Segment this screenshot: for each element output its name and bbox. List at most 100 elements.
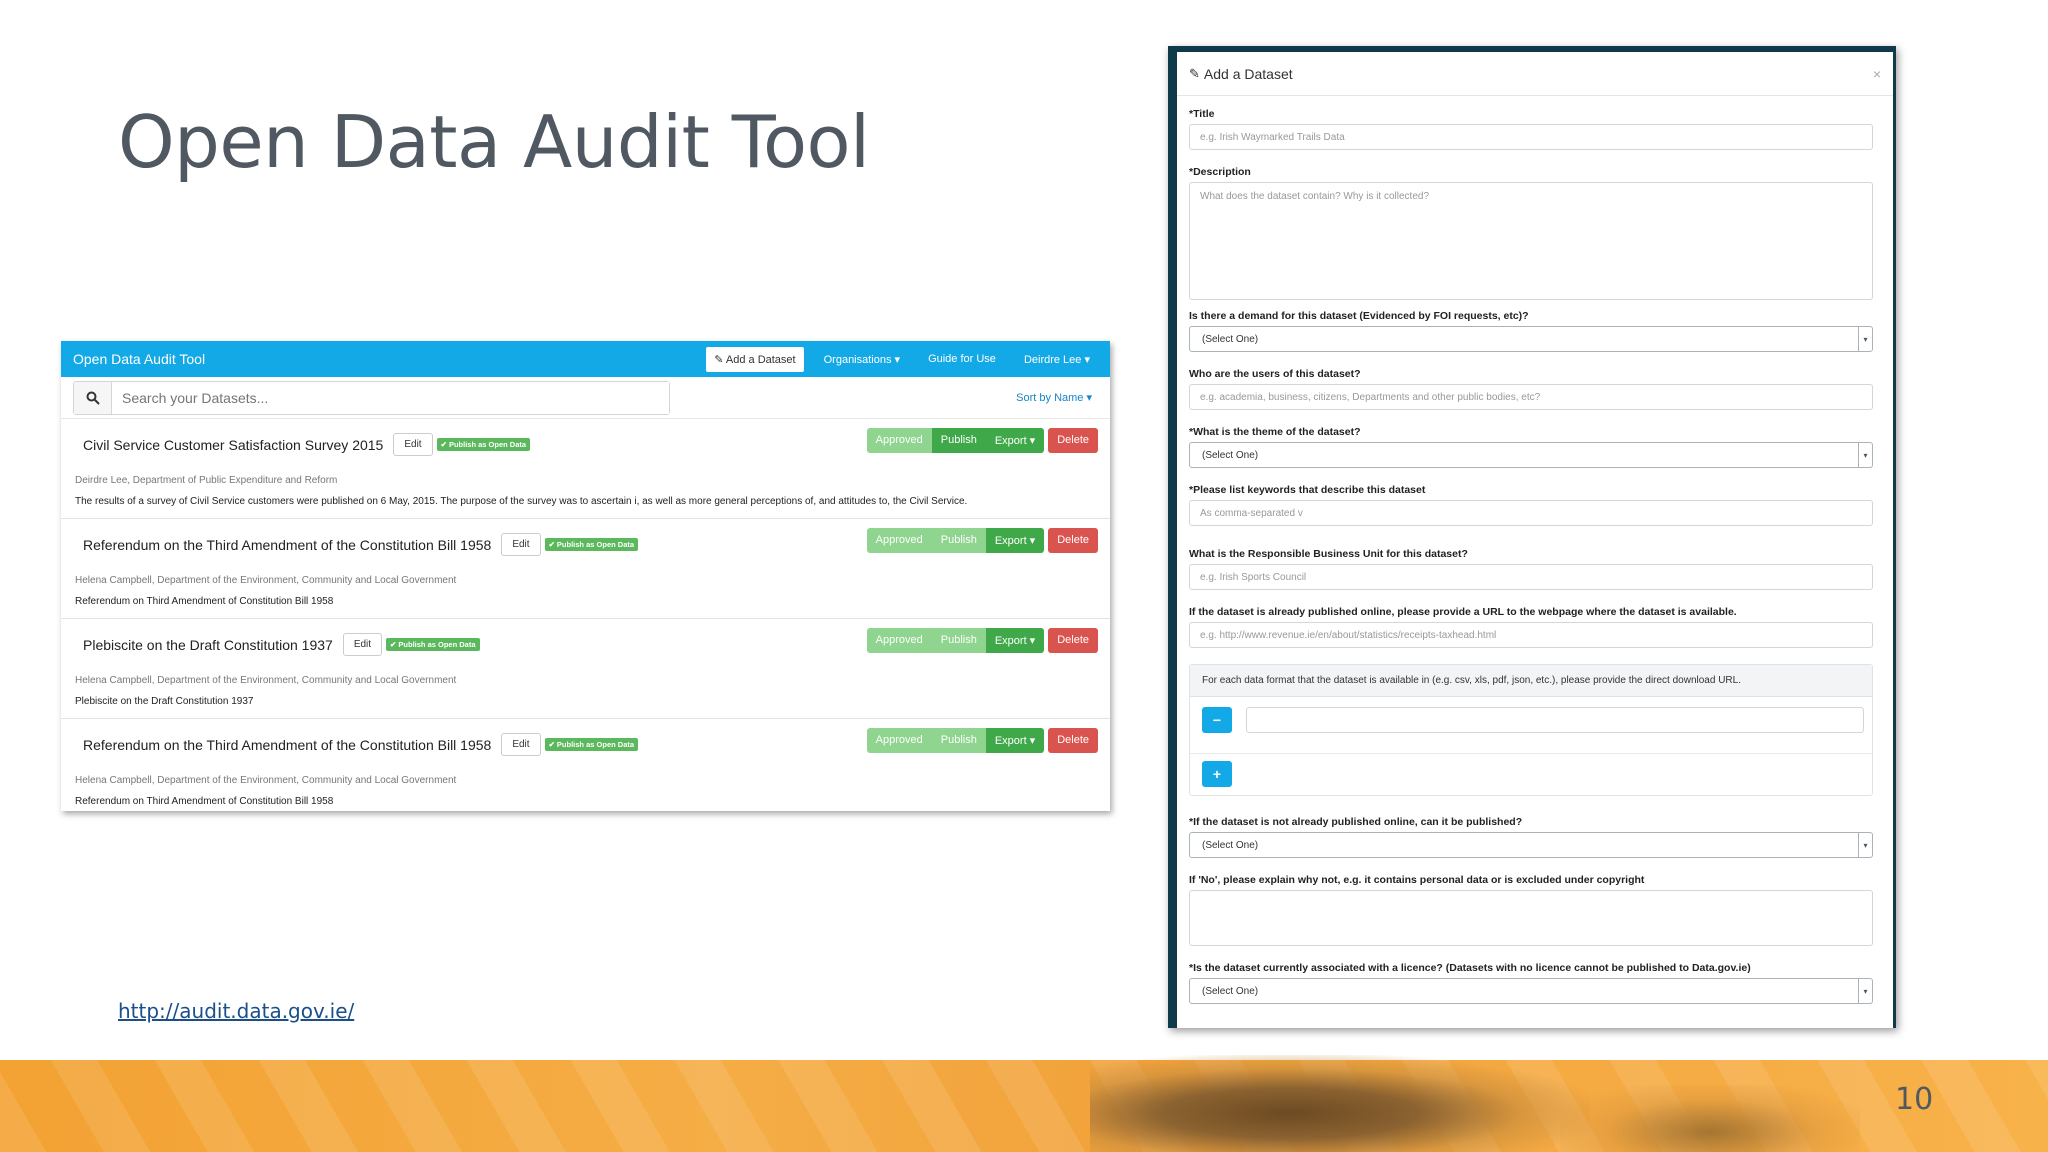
delete-button[interactable]: Delete [1048, 528, 1098, 553]
dataset-description: Referendum on Third Amendment of Constit… [75, 596, 334, 607]
search-box [73, 380, 670, 415]
export-dropdown[interactable]: Export ▾ [985, 428, 1045, 453]
remove-format-button[interactable]: − [1202, 707, 1232, 733]
dataset-title-row: Plebiscite on the Draft Constitution 193… [83, 633, 480, 656]
delete-button[interactable]: Delete [1048, 628, 1098, 653]
edit-button[interactable]: Edit [342, 633, 383, 656]
dataset-title-row: Referendum on the Third Amendment of the… [83, 733, 639, 756]
unit-label: What is the Responsible Business Unit fo… [1189, 548, 1468, 560]
dataset-description: Referendum on Third Amendment of Constit… [75, 796, 334, 807]
theme-select[interactable]: (Select One) ▾ [1189, 442, 1873, 468]
formats-panel: For each data format that the dataset is… [1189, 664, 1873, 796]
publish-open-data-badge: ✔ Publish as Open Data [436, 438, 531, 451]
format-url-input[interactable] [1246, 707, 1864, 733]
explain-label: If 'No', please explain why not, e.g. it… [1189, 874, 1645, 886]
dataset-owner: Deirdre Lee, Department of Public Expend… [75, 475, 338, 486]
title-label: *Title [1189, 108, 1215, 120]
close-icon[interactable]: × [1873, 66, 1881, 82]
dataset-title[interactable]: Referendum on the Third Amendment of the… [83, 737, 491, 753]
search-row: Sort by Name ▾ [61, 377, 1110, 419]
theme-label: *What is the theme of the dataset? [1189, 426, 1361, 438]
chevron-down-icon: ▾ [1858, 443, 1872, 467]
explain-textarea[interactable] [1189, 890, 1873, 946]
user-menu[interactable]: Deirdre Lee ▾ [1016, 347, 1098, 372]
slide: Open Data Audit Tool Open Data Audit Too… [0, 0, 2048, 1152]
sort-dropdown[interactable]: Sort by Name ▾ [1016, 391, 1098, 404]
delete-button[interactable]: Delete [1048, 428, 1098, 453]
can-publish-select-value: (Select One) [1202, 839, 1259, 851]
publish-button[interactable]: Publish [931, 628, 986, 653]
modal-header: ✎ Add a Dataset × [1177, 52, 1893, 96]
approved-button[interactable]: Approved [866, 528, 932, 553]
publish-button[interactable]: Publish [931, 728, 986, 753]
keywords-input[interactable]: As comma-separated v [1189, 500, 1873, 526]
title-input[interactable]: e.g. Irish Waymarked Trails Data [1189, 124, 1873, 150]
app-brand[interactable]: Open Data Audit Tool [73, 351, 694, 367]
description-textarea[interactable]: What does the dataset contain? Why is it… [1189, 182, 1873, 300]
dataset-description: Plebiscite on the Draft Constitution 193… [75, 696, 254, 707]
licence-select[interactable]: (Select One) ▾ [1189, 978, 1873, 1004]
export-dropdown[interactable]: Export ▾ [985, 628, 1045, 653]
users-label: Who are the users of this dataset? [1189, 368, 1361, 380]
footer-image-2 [1560, 1085, 1860, 1152]
chevron-down-icon: ▾ [1858, 833, 1872, 857]
add-format-button[interactable]: + [1202, 761, 1232, 787]
dataset-row: Referendum on the Third Amendment of the… [61, 519, 1110, 619]
dataset-description: The results of a survey of Civil Service… [75, 496, 968, 507]
dataset-actions: Approved Publish Export ▾ Delete [866, 628, 1098, 653]
demand-label: Is there a demand for this dataset (Evid… [1189, 310, 1529, 322]
dataset-actions: Approved Publish Export ▾ Delete [866, 528, 1098, 553]
demand-select[interactable]: (Select One) ▾ [1189, 326, 1873, 352]
add-dataset-modal: ✎ Add a Dataset × *Title e.g. Irish Waym… [1177, 52, 1893, 1028]
url-input[interactable]: e.g. http://www.revenue.ie/en/about/stat… [1189, 622, 1873, 648]
page-number: 10 [1895, 1082, 1934, 1117]
approved-button[interactable]: Approved [866, 428, 932, 453]
dataset-owner: Helena Campbell, Department of the Envir… [75, 775, 457, 786]
export-dropdown[interactable]: Export ▾ [985, 728, 1045, 753]
can-publish-label: *If the dataset is not already published… [1189, 816, 1523, 828]
dataset-list-screenshot: Open Data Audit Tool ✎ Add a Dataset Org… [61, 341, 1110, 811]
users-input[interactable]: e.g. academia, business, citizens, Depar… [1189, 384, 1873, 410]
unit-input[interactable]: e.g. Irish Sports Council [1189, 564, 1873, 590]
publish-open-data-badge: ✔ Publish as Open Data [544, 738, 639, 751]
dataset-title[interactable]: Referendum on the Third Amendment of the… [83, 537, 491, 553]
delete-button[interactable]: Delete [1048, 728, 1098, 753]
formats-instructions: For each data format that the dataset is… [1190, 665, 1872, 697]
audit-link[interactable]: http://audit.data.gov.ie/ [118, 999, 354, 1023]
dataset-row: Civil Service Customer Satisfaction Surv… [61, 419, 1110, 519]
export-dropdown[interactable]: Export ▾ [985, 528, 1045, 553]
dataset-title[interactable]: Plebiscite on the Draft Constitution 193… [83, 637, 333, 653]
dataset-owner: Helena Campbell, Department of the Envir… [75, 675, 457, 686]
dataset-row: Referendum on the Third Amendment of the… [61, 719, 1110, 811]
dataset-actions: Approved Publish Export ▾ Delete [866, 428, 1098, 453]
dataset-title[interactable]: Civil Service Customer Satisfaction Surv… [83, 437, 383, 453]
theme-select-value: (Select One) [1202, 449, 1259, 461]
edit-button[interactable]: Edit [501, 733, 541, 756]
chevron-down-icon: ▾ [1858, 979, 1872, 1003]
formats-divider [1190, 753, 1872, 754]
approved-button[interactable]: Approved [866, 728, 932, 753]
search-input[interactable] [112, 381, 669, 414]
search-icon[interactable] [74, 381, 112, 414]
description-label: *Description [1189, 166, 1251, 178]
keywords-label: *Please list keywords that describe this… [1189, 484, 1426, 496]
slide-title: Open Data Audit Tool [118, 100, 870, 184]
publish-button[interactable]: Publish [931, 428, 986, 453]
app-navbar: Open Data Audit Tool ✎ Add a Dataset Org… [61, 341, 1110, 377]
organisations-menu[interactable]: Organisations ▾ [816, 347, 908, 372]
edit-button[interactable]: Edit [393, 433, 433, 456]
publish-open-data-badge: ✔ Publish as Open Data [544, 538, 639, 551]
dataset-title-row: Civil Service Customer Satisfaction Surv… [83, 433, 531, 456]
licence-select-value: (Select One) [1202, 985, 1259, 997]
dataset-owner: Helena Campbell, Department of the Envir… [75, 575, 457, 586]
publish-button[interactable]: Publish [931, 528, 986, 553]
modal-title: Add a Dataset [1203, 65, 1293, 82]
demand-select-value: (Select One) [1202, 333, 1259, 345]
guide-link[interactable]: Guide for Use [920, 347, 1004, 371]
dataset-list: Civil Service Customer Satisfaction Surv… [61, 419, 1110, 811]
url-label: If the dataset is already published onli… [1189, 606, 1737, 618]
edit-button[interactable]: Edit [501, 533, 541, 556]
can-publish-select[interactable]: (Select One) ▾ [1189, 832, 1873, 858]
approved-button[interactable]: Approved [866, 628, 932, 653]
add-dataset-button[interactable]: ✎ Add a Dataset [706, 346, 804, 372]
